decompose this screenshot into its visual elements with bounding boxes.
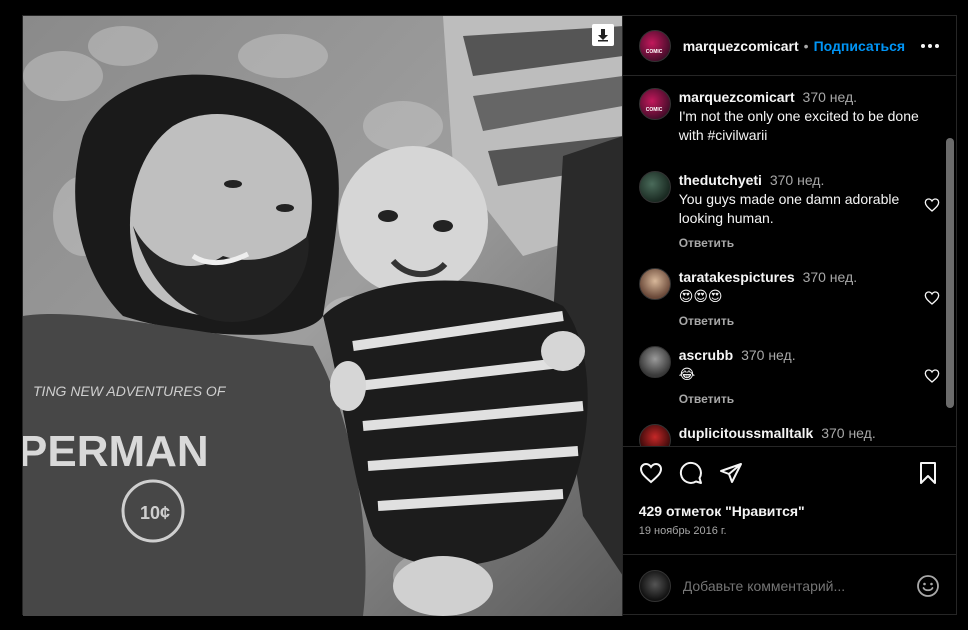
post-actions-area: 429 отметок "Нравится" 19 ноябрь 2016 г.: [622, 446, 956, 546]
comments-list[interactable]: COMIC marquezcomicart 370 нед. I'm not t…: [623, 76, 956, 446]
comment-time[interactable]: 370 нед.: [741, 347, 796, 363]
commenter-avatar[interactable]: [638, 424, 671, 446]
post-photo[interactable]: TING NEW ADVENTURES OF PERMAN 10¢: [23, 16, 622, 616]
post-header: COMIC marquezcomicart • Подписаться: [622, 16, 956, 76]
likes-count[interactable]: 429 отметок "Нравится": [639, 503, 940, 519]
header-separator: •: [803, 37, 809, 54]
download-button[interactable]: [591, 24, 614, 46]
comment-item: taratakespictures 370 нед. 😍😍😍 Ответить: [638, 268, 940, 328]
svg-text:10¢: 10¢: [140, 503, 170, 523]
reply-button[interactable]: Ответить: [679, 314, 910, 328]
comment-text: 😂: [678, 366, 696, 382]
action-bar: [639, 457, 940, 489]
comment-item: duplicitoussmalltalk 370 нед.: [638, 424, 940, 446]
scrollbar-thumb[interactable]: [946, 138, 954, 408]
reply-button[interactable]: Ответить: [679, 392, 910, 406]
heart-icon: [639, 462, 662, 484]
caption-username[interactable]: marquezcomicart: [679, 89, 795, 105]
share-button[interactable]: [719, 461, 743, 485]
comment-text: You guys made one damn adorable looking …: [678, 191, 900, 226]
commenter-username[interactable]: ascrubb: [679, 347, 733, 363]
commenter-avatar[interactable]: [638, 346, 671, 378]
current-user-avatar: [638, 569, 671, 602]
add-comment-bar: [622, 554, 956, 616]
comment-time[interactable]: 370 нед.: [821, 425, 876, 441]
bookmark-icon: [920, 462, 936, 484]
post-side-panel: COMIC marquezcomicart • Подписаться COMI…: [621, 16, 956, 616]
save-button[interactable]: [916, 461, 940, 485]
heart-icon[interactable]: [924, 197, 940, 213]
heart-icon[interactable]: [924, 290, 940, 306]
svg-text:PERMAN: PERMAN: [23, 427, 209, 476]
photo-scene: TING NEW ADVENTURES OF PERMAN 10¢: [23, 16, 622, 616]
more-options-button[interactable]: [918, 34, 942, 58]
comment-text: 😍😍😍: [678, 288, 723, 304]
commenter-avatar[interactable]: [638, 268, 671, 300]
comment-button[interactable]: [679, 461, 703, 485]
caption-text: I'm not the only one excited to be done …: [678, 108, 919, 143]
more-horizontal-icon: [921, 43, 939, 48]
commenter-username[interactable]: duplicitoussmalltalk: [679, 425, 814, 441]
svg-text:TING NEW ADVENTURES OF: TING NEW ADVENTURES OF: [33, 383, 227, 399]
comment-item: ascrubb 370 нед. 😂 Ответить: [638, 346, 940, 406]
caption-avatar[interactable]: COMIC: [638, 88, 671, 120]
post-modal: TING NEW ADVENTURES OF PERMAN 10¢ COMIC …: [22, 15, 957, 616]
like-button[interactable]: [639, 461, 663, 485]
caption: COMIC marquezcomicart 370 нед. I'm not t…: [638, 88, 940, 145]
emoji-icon[interactable]: [916, 574, 940, 598]
author-avatar[interactable]: COMIC: [638, 29, 671, 62]
commenter-avatar[interactable]: [638, 171, 671, 203]
caption-time[interactable]: 370 нед.: [803, 89, 858, 105]
comment-bubble-icon: [679, 461, 702, 484]
heart-icon[interactable]: [924, 368, 940, 384]
comments-scrollbar[interactable]: [946, 138, 954, 446]
commenter-username[interactable]: taratakespictures: [679, 269, 795, 285]
comment-time[interactable]: 370 нед.: [770, 172, 825, 188]
send-paper-plane-icon: [719, 463, 742, 483]
comment-item: thedutchyeti 370 нед. You guys made one …: [638, 171, 940, 250]
reply-button[interactable]: Ответить: [679, 236, 910, 250]
comment-time[interactable]: 370 нед.: [803, 269, 858, 285]
commenter-username[interactable]: thedutchyeti: [679, 172, 762, 188]
follow-button[interactable]: Подписаться: [814, 38, 906, 54]
download-arrow-icon: [597, 29, 608, 42]
comment-input[interactable]: [682, 577, 916, 594]
post-date[interactable]: 19 ноябрь 2016 г.: [639, 525, 940, 537]
author-username[interactable]: marquezcomicart: [683, 38, 799, 54]
